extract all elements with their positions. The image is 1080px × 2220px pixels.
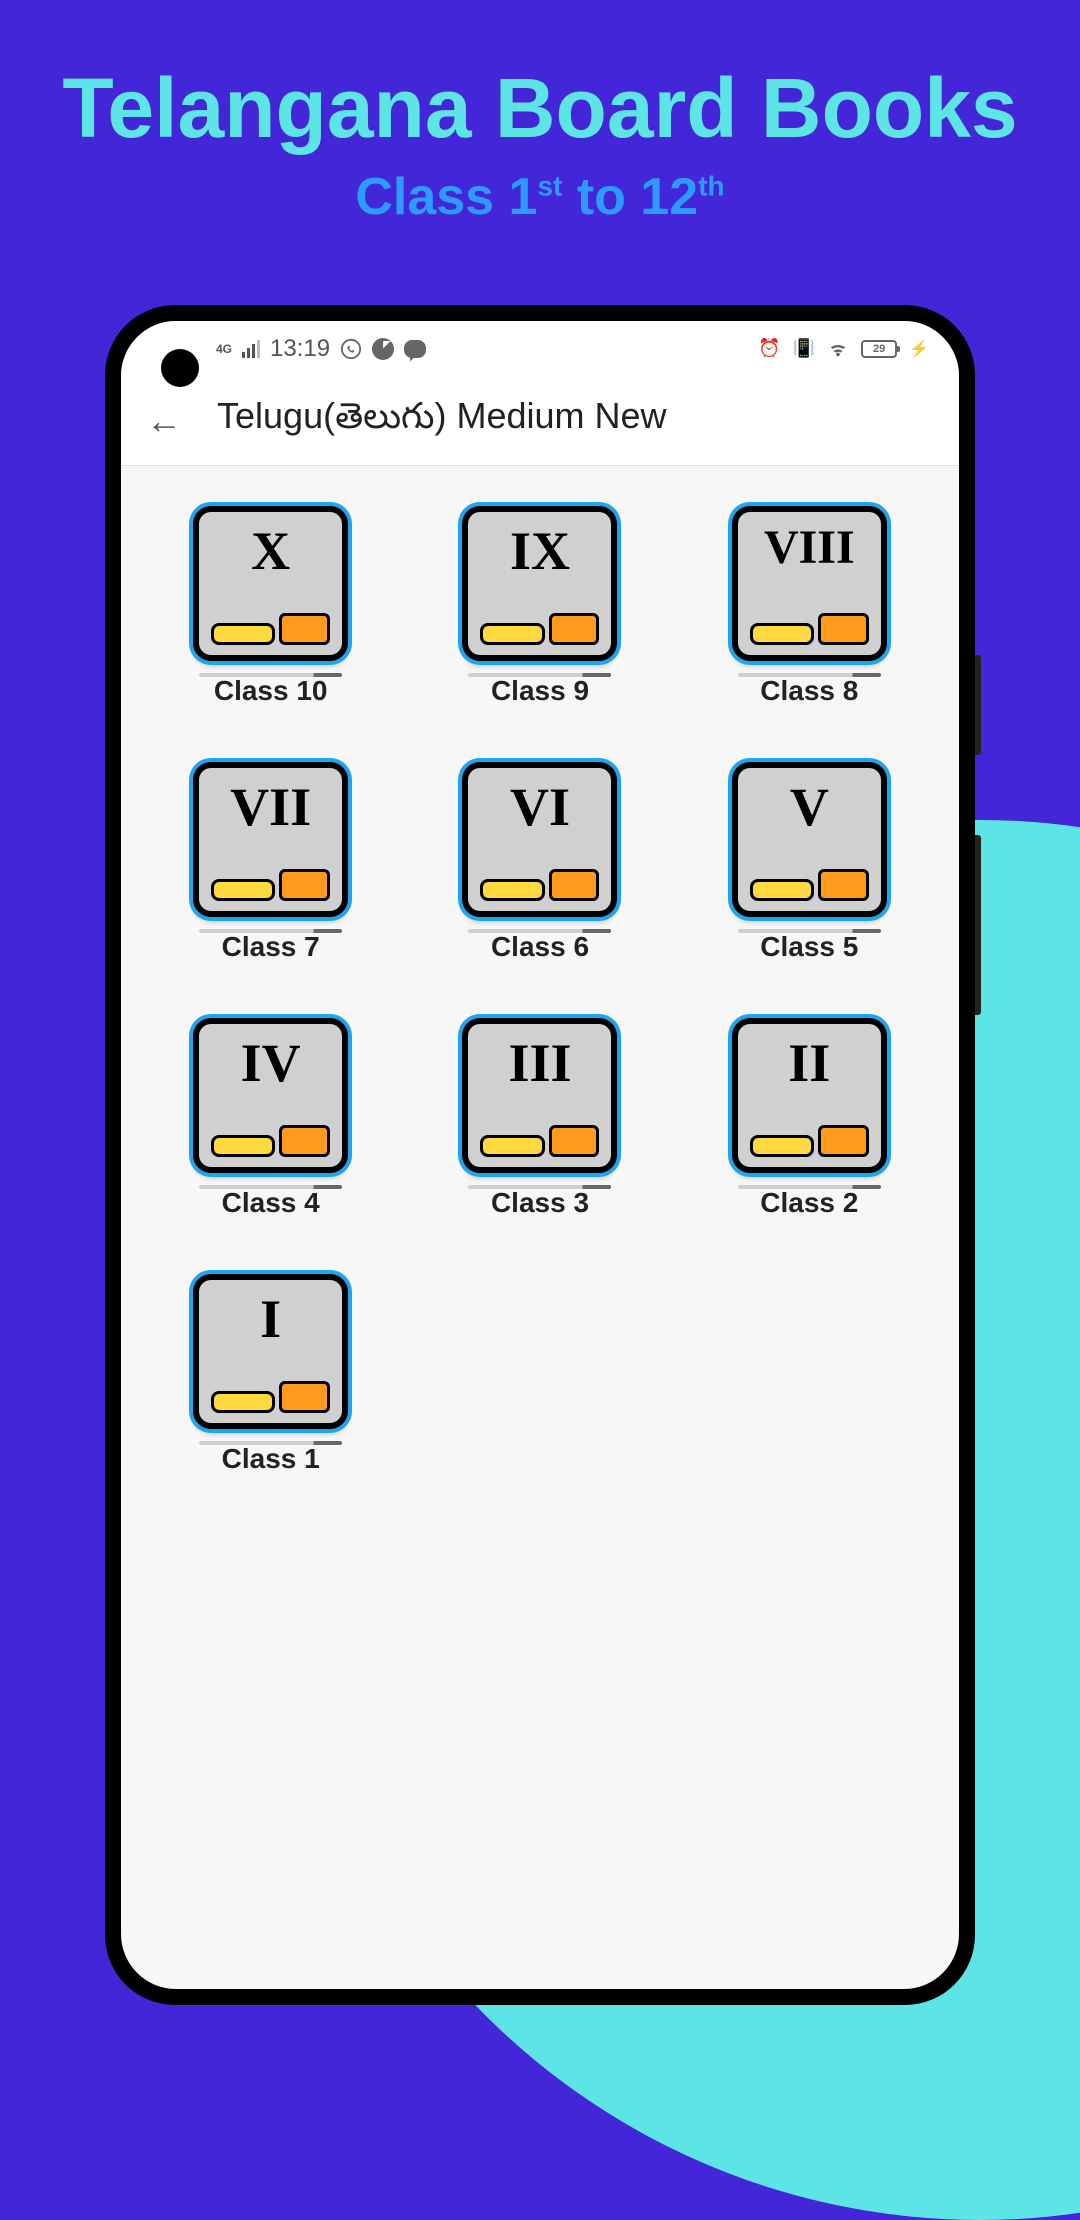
class-item-3[interactable]: III Class 3 <box>425 1018 654 1219</box>
class-label: Class 10 <box>214 675 328 707</box>
class-tile: VI <box>462 762 617 917</box>
class-tile: II <box>732 1018 887 1173</box>
class-tile: IV <box>193 1018 348 1173</box>
book-icon <box>211 613 330 645</box>
book-icon <box>750 1125 869 1157</box>
book-icon <box>750 869 869 901</box>
roman-numeral: VI <box>510 780 570 834</box>
class-tile: X <box>193 506 348 661</box>
phone-frame: 4G 13:19 ⏰ 📳 29 ⚡ ← Telugu(తెలుగు) Mediu… <box>105 305 975 2005</box>
class-tile: VIII <box>732 506 887 661</box>
class-item-4[interactable]: IV Class 4 <box>156 1018 385 1219</box>
class-label: Class 8 <box>760 675 858 707</box>
whatsapp-icon <box>340 338 362 360</box>
phone-screen: 4G 13:19 ⏰ 📳 29 ⚡ ← Telugu(తెలుగు) Mediu… <box>121 321 959 1989</box>
class-label: Class 1 <box>222 1443 320 1475</box>
class-label: Class 3 <box>491 1187 589 1219</box>
class-tile: VII <box>193 762 348 917</box>
camera-hole <box>161 349 199 387</box>
roman-numeral: I <box>260 1292 281 1346</box>
book-icon <box>750 613 869 645</box>
roman-numeral: V <box>790 780 829 834</box>
compass-icon <box>372 338 394 360</box>
class-label: Class 9 <box>491 675 589 707</box>
roman-numeral: VII <box>230 780 311 834</box>
wifi-icon <box>827 340 849 358</box>
book-icon <box>211 1125 330 1157</box>
chat-icon <box>404 340 426 358</box>
charging-icon: ⚡ <box>909 339 929 359</box>
class-item-5[interactable]: V Class 5 <box>695 762 924 963</box>
book-icon <box>211 1381 330 1413</box>
status-bar: 4G 13:19 ⏰ 📳 29 ⚡ <box>121 321 959 376</box>
battery-icon: 29 <box>861 340 897 358</box>
class-label: Class 5 <box>760 931 858 963</box>
class-item-1[interactable]: I Class 1 <box>156 1274 385 1475</box>
phone-volume-button <box>975 835 981 1015</box>
app-bar-title: Telugu(తెలుగు) Medium New <box>217 395 667 446</box>
vibrate-icon: 📳 <box>793 338 815 359</box>
class-label: Class 6 <box>491 931 589 963</box>
class-item-2[interactable]: II Class 2 <box>695 1018 924 1219</box>
hero-title: Telangana Board Books <box>0 0 1080 157</box>
class-item-10[interactable]: X Class 10 <box>156 506 385 707</box>
class-label: Class 4 <box>222 1187 320 1219</box>
class-tile: V <box>732 762 887 917</box>
class-tile: I <box>193 1274 348 1429</box>
battery-level: 29 <box>873 343 885 355</box>
class-item-7[interactable]: VII Class 7 <box>156 762 385 963</box>
hero-subtitle: Class 1st to 12th <box>0 167 1080 227</box>
phone-power-button <box>975 655 981 755</box>
roman-numeral: VIII <box>764 524 855 572</box>
roman-numeral: III <box>508 1036 571 1090</box>
book-icon <box>480 1125 599 1157</box>
clock-time: 13:19 <box>270 335 330 363</box>
class-label: Class 7 <box>222 931 320 963</box>
subtitle-sup: th <box>698 171 724 202</box>
class-tile: IX <box>462 506 617 661</box>
class-label: Class 2 <box>760 1187 858 1219</box>
class-grid: X Class 10 IX Class 9 VIII Class 8 <box>121 466 959 1515</box>
roman-numeral: IV <box>241 1036 301 1090</box>
alarm-icon: ⏰ <box>758 338 780 359</box>
book-icon <box>480 613 599 645</box>
status-left: 4G 13:19 <box>216 335 426 363</box>
class-item-6[interactable]: VI Class 6 <box>425 762 654 963</box>
roman-numeral: X <box>251 524 290 578</box>
signal-bars-icon <box>242 340 260 358</box>
roman-numeral: IX <box>510 524 570 578</box>
back-arrow-icon[interactable]: ← <box>146 400 182 442</box>
book-icon <box>211 869 330 901</box>
subtitle-sup: st <box>537 171 562 202</box>
class-tile: III <box>462 1018 617 1173</box>
class-item-8[interactable]: VIII Class 8 <box>695 506 924 707</box>
signal-type: 4G <box>216 342 232 356</box>
roman-numeral: II <box>788 1036 830 1090</box>
app-bar: ← Telugu(తెలుగు) Medium New <box>121 376 959 466</box>
subtitle-part: to 12 <box>562 168 698 226</box>
book-icon <box>480 869 599 901</box>
status-right: ⏰ 📳 29 ⚡ <box>758 338 929 359</box>
subtitle-part: Class 1 <box>355 168 537 226</box>
class-item-9[interactable]: IX Class 9 <box>425 506 654 707</box>
